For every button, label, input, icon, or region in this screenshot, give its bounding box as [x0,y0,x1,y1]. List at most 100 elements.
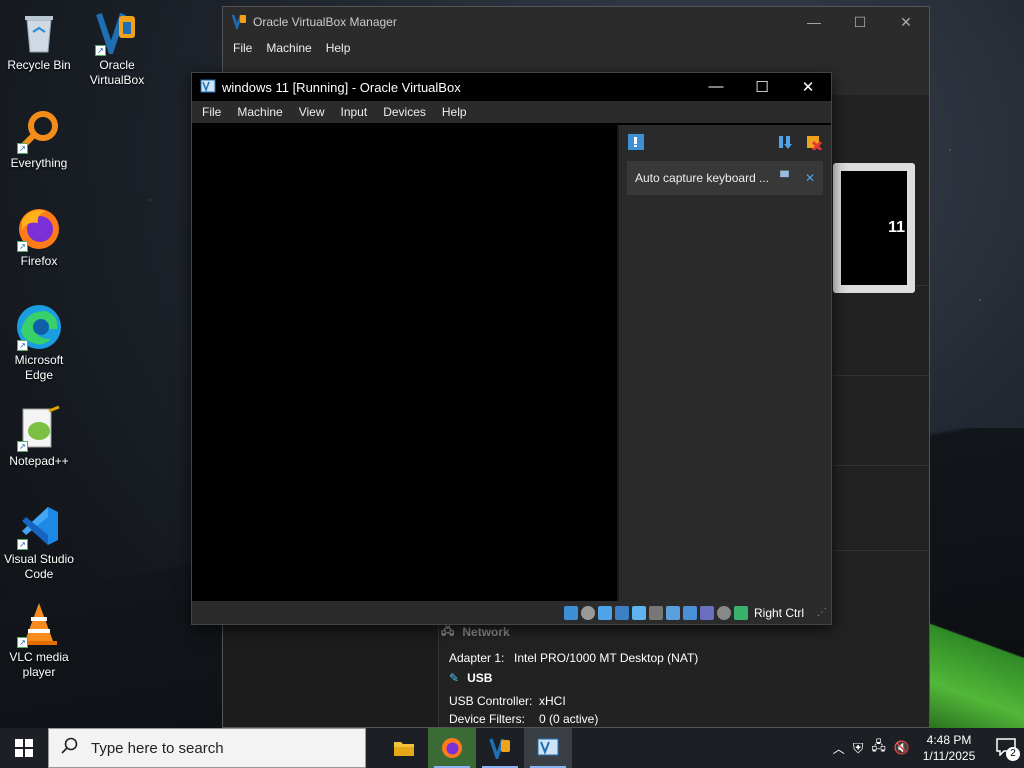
notification-center-button[interactable]: 2 [996,737,1020,761]
vm-display[interactable] [192,123,616,603]
vm-menu-help[interactable]: Help [442,105,467,119]
start-button[interactable] [0,728,48,768]
desktop-icon-edge[interactable]: ↗ Microsoft Edge [4,303,74,383]
notification-count-badge: 2 [1006,746,1020,761]
desktop-icon-label: Notepad++ [9,454,69,468]
display-icon[interactable] [665,605,680,620]
virtualbox-icon: ↗ [93,8,141,56]
taskbar-vm-window[interactable] [524,728,572,768]
taskbar-clock[interactable]: 4:48 PM 1/11/2025 [918,732,980,764]
vm-menu-file[interactable]: File [202,105,221,119]
recycle-bin-icon [15,8,63,56]
close-button[interactable]: ✕ [785,78,831,96]
desktop-icon-label: Everything [10,156,68,170]
usb-icon[interactable] [631,605,646,620]
clock-time: 4:48 PM [926,733,972,747]
windows-logo-icon [15,739,33,757]
network-icon[interactable]: 🖧 [871,737,886,759]
notification-center-icon[interactable] [627,133,645,154]
taskbar-search[interactable]: Type here to search [48,728,366,768]
search-placeholder: Type here to search [91,739,224,757]
resize-grip-icon[interactable]: ⋰ [817,607,827,618]
vm-title: windows 11 [Running] - Oracle VirtualBox [222,79,461,95]
vscode-icon: ↗ [15,502,63,550]
sort-icon[interactable] [777,134,793,153]
vm-running-window[interactable]: windows 11 [Running] - Oracle VirtualBox… [191,72,832,625]
firefox-icon [442,738,462,758]
menu-machine[interactable]: Machine [266,41,311,55]
cpu-icon[interactable] [699,605,714,620]
vm-menu-devices[interactable]: Devices [383,105,426,119]
device-filters-value: 0 (0 active) [539,712,599,726]
usb-section: ✎ USB USB Controller: xHCI Device Filter… [449,671,598,726]
shortcut-arrow-icon: ↗ [17,241,28,252]
shortcut-arrow-icon: ↗ [17,143,28,154]
close-button[interactable]: ✕ [883,14,929,31]
notification-close-icon[interactable]: ✕ [805,171,815,185]
usb-section-title: USB [467,671,493,685]
vm-menu-input[interactable]: Input [341,105,368,119]
device-filters-key: Device Filters: [449,712,526,726]
maximize-button[interactable]: ☐ [739,78,785,96]
adapter-key: Adapter 1: [449,651,505,665]
minimize-button[interactable]: — [693,78,739,96]
optical-drive-icon[interactable] [580,605,595,620]
shared-folders-icon[interactable] [648,605,663,620]
desktop-icon-label: Recycle Bin [7,58,71,72]
volume-muted-icon[interactable]: 🔇 [894,740,910,756]
security-icon[interactable]: ⛨ [853,740,864,757]
notification-center: Auto capture keyboard ... ▝▘ ✕ [617,125,831,601]
desktop-icon-notepadpp[interactable]: ↗ Notepad++ [4,404,74,469]
shortcut-arrow-icon: ↗ [17,539,28,550]
desktop-icon-label: Visual Studio Code [4,552,74,581]
vm-preview-screen: 11 [841,171,907,285]
usb-controller-key: USB Controller: [449,694,533,708]
virtualbox-icon [231,13,247,32]
vm-preview-text: 11 [888,219,905,236]
menu-file[interactable]: File [233,41,252,55]
host-key-icon[interactable] [733,605,748,620]
taskbar-firefox[interactable] [428,728,476,768]
shortcut-arrow-icon: ↗ [17,637,28,648]
menu-help[interactable]: Help [326,41,351,55]
vm-menu-bar: File Machine View Input Devices Help [192,101,831,123]
desktop-icon-recycle-bin[interactable]: Recycle Bin [4,8,74,73]
vm-title-bar[interactable]: windows 11 [Running] - Oracle VirtualBox… [192,73,831,101]
manager-title-bar[interactable]: Oracle VirtualBox Manager — ☐ ✕ [223,7,929,37]
clock-date: 1/11/2025 [922,749,976,763]
desktop-icon-vscode[interactable]: ↗ Visual Studio Code [4,502,74,582]
shortcut-arrow-icon: ↗ [17,441,28,452]
notification-text: Auto capture keyboard ... [635,171,770,185]
vm-preview-thumbnail: 11 [833,163,915,293]
notification-help-icon[interactable]: ▝▘ [776,171,793,185]
virtualbox-vm-icon [537,738,559,756]
recording-icon[interactable] [682,605,697,620]
audio-icon[interactable] [597,605,612,620]
vlc-cone-icon: ↗ [15,600,63,648]
desktop-icon-virtualbox[interactable]: ↗ Oracle VirtualBox [82,8,152,88]
mouse-integration-icon[interactable] [716,605,731,620]
vm-menu-view[interactable]: View [299,105,325,119]
maximize-button[interactable]: ☐ [837,14,883,31]
desktop-icon-vlc[interactable]: ↗ VLC media player [4,600,74,680]
desktop-icon-label: VLC media player [9,650,69,679]
desktop-icon-everything[interactable]: ↗ Everything [4,106,74,171]
notepadpp-icon: ↗ [15,404,63,452]
chevron-up-icon[interactable]: ︿ [833,740,845,757]
taskbar-virtualbox-manager[interactable] [476,728,524,768]
taskbar-file-explorer[interactable] [380,728,428,768]
clear-notifications-icon[interactable] [805,134,823,153]
vm-menu-machine[interactable]: Machine [237,105,282,119]
desktop-icon-firefox[interactable]: ↗ Firefox [4,204,74,269]
desktop-icon-label: Oracle VirtualBox [89,58,145,87]
system-tray: ︿ ⛨ 🖧 🔇 4:48 PM 1/11/2025 2 [833,728,1024,768]
hard-disk-icon[interactable] [563,605,578,620]
search-icon [61,737,79,759]
network-adapter-row: Adapter 1: Intel PRO/1000 MT Desktop (NA… [449,647,698,665]
folder-icon [394,742,414,756]
network-adapter-icon[interactable] [614,605,629,620]
usb-controller-value: xHCI [539,694,566,708]
virtualbox-icon [489,738,510,759]
minimize-button[interactable]: — [791,14,837,31]
notification-item[interactable]: Auto capture keyboard ... ▝▘ ✕ [627,161,823,195]
